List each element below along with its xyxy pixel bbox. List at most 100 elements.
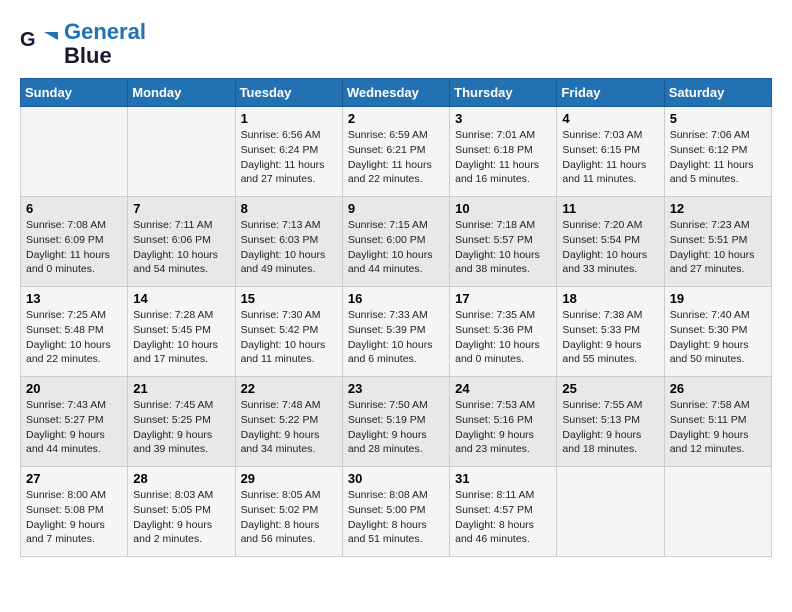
calendar-cell: 29 Sunrise: 8:05 AMSunset: 5:02 PMDaylig… [235, 467, 342, 557]
day-info: Sunrise: 7:13 AMSunset: 6:03 PMDaylight:… [241, 218, 337, 277]
day-number: 21 [133, 381, 229, 396]
calendar-cell: 13 Sunrise: 7:25 AMSunset: 5:48 PMDaylig… [21, 287, 128, 377]
day-number: 30 [348, 471, 444, 486]
day-info: Sunrise: 7:30 AMSunset: 5:42 PMDaylight:… [241, 308, 337, 367]
day-info: Sunrise: 7:33 AMSunset: 5:39 PMDaylight:… [348, 308, 444, 367]
day-info: Sunrise: 7:50 AMSunset: 5:19 PMDaylight:… [348, 398, 444, 457]
day-number: 31 [455, 471, 551, 486]
calendar-cell: 17 Sunrise: 7:35 AMSunset: 5:36 PMDaylig… [450, 287, 557, 377]
weekday-header-sunday: Sunday [21, 79, 128, 107]
day-number: 27 [26, 471, 122, 486]
day-number: 16 [348, 291, 444, 306]
calendar-cell: 23 Sunrise: 7:50 AMSunset: 5:19 PMDaylig… [342, 377, 449, 467]
weekday-header-wednesday: Wednesday [342, 79, 449, 107]
calendar-cell [664, 467, 771, 557]
day-info: Sunrise: 7:28 AMSunset: 5:45 PMDaylight:… [133, 308, 229, 367]
day-info: Sunrise: 7:38 AMSunset: 5:33 PMDaylight:… [562, 308, 658, 367]
day-number: 25 [562, 381, 658, 396]
calendar-cell: 24 Sunrise: 7:53 AMSunset: 5:16 PMDaylig… [450, 377, 557, 467]
day-number: 29 [241, 471, 337, 486]
day-number: 10 [455, 201, 551, 216]
day-info: Sunrise: 7:03 AMSunset: 6:15 PMDaylight:… [562, 128, 658, 187]
day-info: Sunrise: 8:08 AMSunset: 5:00 PMDaylight:… [348, 488, 444, 547]
day-info: Sunrise: 7:45 AMSunset: 5:25 PMDaylight:… [133, 398, 229, 457]
calendar-cell: 1 Sunrise: 6:56 AMSunset: 6:24 PMDayligh… [235, 107, 342, 197]
logo: G GeneralBlue [20, 20, 146, 68]
calendar-cell: 8 Sunrise: 7:13 AMSunset: 6:03 PMDayligh… [235, 197, 342, 287]
calendar-cell: 5 Sunrise: 7:06 AMSunset: 6:12 PMDayligh… [664, 107, 771, 197]
weekday-header-monday: Monday [128, 79, 235, 107]
day-info: Sunrise: 7:48 AMSunset: 5:22 PMDaylight:… [241, 398, 337, 457]
day-number: 28 [133, 471, 229, 486]
day-number: 11 [562, 201, 658, 216]
logo-text: GeneralBlue [64, 20, 146, 68]
weekday-header-saturday: Saturday [664, 79, 771, 107]
day-number: 1 [241, 111, 337, 126]
day-info: Sunrise: 8:03 AMSunset: 5:05 PMDaylight:… [133, 488, 229, 547]
calendar-cell: 4 Sunrise: 7:03 AMSunset: 6:15 PMDayligh… [557, 107, 664, 197]
calendar-cell: 25 Sunrise: 7:55 AMSunset: 5:13 PMDaylig… [557, 377, 664, 467]
day-number: 23 [348, 381, 444, 396]
calendar-cell: 2 Sunrise: 6:59 AMSunset: 6:21 PMDayligh… [342, 107, 449, 197]
weekday-header-tuesday: Tuesday [235, 79, 342, 107]
day-info: Sunrise: 6:56 AMSunset: 6:24 PMDaylight:… [241, 128, 337, 187]
week-row-1: 1 Sunrise: 6:56 AMSunset: 6:24 PMDayligh… [21, 107, 772, 197]
calendar-cell: 26 Sunrise: 7:58 AMSunset: 5:11 PMDaylig… [664, 377, 771, 467]
week-row-3: 13 Sunrise: 7:25 AMSunset: 5:48 PMDaylig… [21, 287, 772, 377]
day-info: Sunrise: 7:11 AMSunset: 6:06 PMDaylight:… [133, 218, 229, 277]
day-number: 19 [670, 291, 766, 306]
calendar-table: SundayMondayTuesdayWednesdayThursdayFrid… [20, 78, 772, 557]
calendar-cell: 30 Sunrise: 8:08 AMSunset: 5:00 PMDaylig… [342, 467, 449, 557]
weekday-header-thursday: Thursday [450, 79, 557, 107]
calendar-cell: 3 Sunrise: 7:01 AMSunset: 6:18 PMDayligh… [450, 107, 557, 197]
day-info: Sunrise: 7:18 AMSunset: 5:57 PMDaylight:… [455, 218, 551, 277]
day-info: Sunrise: 7:23 AMSunset: 5:51 PMDaylight:… [670, 218, 766, 277]
calendar-cell: 28 Sunrise: 8:03 AMSunset: 5:05 PMDaylig… [128, 467, 235, 557]
day-info: Sunrise: 8:00 AMSunset: 5:08 PMDaylight:… [26, 488, 122, 547]
day-info: Sunrise: 7:06 AMSunset: 6:12 PMDaylight:… [670, 128, 766, 187]
day-info: Sunrise: 7:43 AMSunset: 5:27 PMDaylight:… [26, 398, 122, 457]
day-info: Sunrise: 8:05 AMSunset: 5:02 PMDaylight:… [241, 488, 337, 547]
day-number: 6 [26, 201, 122, 216]
day-info: Sunrise: 7:08 AMSunset: 6:09 PMDaylight:… [26, 218, 122, 277]
calendar-cell [557, 467, 664, 557]
day-number: 20 [26, 381, 122, 396]
weekday-header-friday: Friday [557, 79, 664, 107]
day-number: 7 [133, 201, 229, 216]
day-number: 4 [562, 111, 658, 126]
calendar-cell: 27 Sunrise: 8:00 AMSunset: 5:08 PMDaylig… [21, 467, 128, 557]
calendar-cell: 15 Sunrise: 7:30 AMSunset: 5:42 PMDaylig… [235, 287, 342, 377]
week-row-5: 27 Sunrise: 8:00 AMSunset: 5:08 PMDaylig… [21, 467, 772, 557]
day-info: Sunrise: 7:35 AMSunset: 5:36 PMDaylight:… [455, 308, 551, 367]
svg-text:G: G [20, 29, 36, 51]
day-number: 5 [670, 111, 766, 126]
calendar-cell: 22 Sunrise: 7:48 AMSunset: 5:22 PMDaylig… [235, 377, 342, 467]
calendar-cell: 16 Sunrise: 7:33 AMSunset: 5:39 PMDaylig… [342, 287, 449, 377]
day-info: Sunrise: 7:40 AMSunset: 5:30 PMDaylight:… [670, 308, 766, 367]
day-number: 8 [241, 201, 337, 216]
logo-icon: G [20, 24, 60, 64]
page-header: G GeneralBlue [20, 20, 772, 68]
weekday-header-row: SundayMondayTuesdayWednesdayThursdayFrid… [21, 79, 772, 107]
day-number: 18 [562, 291, 658, 306]
week-row-2: 6 Sunrise: 7:08 AMSunset: 6:09 PMDayligh… [21, 197, 772, 287]
day-info: Sunrise: 7:01 AMSunset: 6:18 PMDaylight:… [455, 128, 551, 187]
day-info: Sunrise: 6:59 AMSunset: 6:21 PMDaylight:… [348, 128, 444, 187]
day-info: Sunrise: 8:11 AMSunset: 4:57 PMDaylight:… [455, 488, 551, 547]
calendar-cell: 20 Sunrise: 7:43 AMSunset: 5:27 PMDaylig… [21, 377, 128, 467]
day-number: 3 [455, 111, 551, 126]
calendar-cell: 14 Sunrise: 7:28 AMSunset: 5:45 PMDaylig… [128, 287, 235, 377]
calendar-cell: 9 Sunrise: 7:15 AMSunset: 6:00 PMDayligh… [342, 197, 449, 287]
calendar-cell: 21 Sunrise: 7:45 AMSunset: 5:25 PMDaylig… [128, 377, 235, 467]
day-info: Sunrise: 7:58 AMSunset: 5:11 PMDaylight:… [670, 398, 766, 457]
calendar-cell: 6 Sunrise: 7:08 AMSunset: 6:09 PMDayligh… [21, 197, 128, 287]
calendar-cell: 12 Sunrise: 7:23 AMSunset: 5:51 PMDaylig… [664, 197, 771, 287]
day-number: 14 [133, 291, 229, 306]
calendar-cell: 19 Sunrise: 7:40 AMSunset: 5:30 PMDaylig… [664, 287, 771, 377]
day-number: 24 [455, 381, 551, 396]
day-info: Sunrise: 7:20 AMSunset: 5:54 PMDaylight:… [562, 218, 658, 277]
day-number: 26 [670, 381, 766, 396]
calendar-cell: 11 Sunrise: 7:20 AMSunset: 5:54 PMDaylig… [557, 197, 664, 287]
day-info: Sunrise: 7:55 AMSunset: 5:13 PMDaylight:… [562, 398, 658, 457]
day-info: Sunrise: 7:53 AMSunset: 5:16 PMDaylight:… [455, 398, 551, 457]
